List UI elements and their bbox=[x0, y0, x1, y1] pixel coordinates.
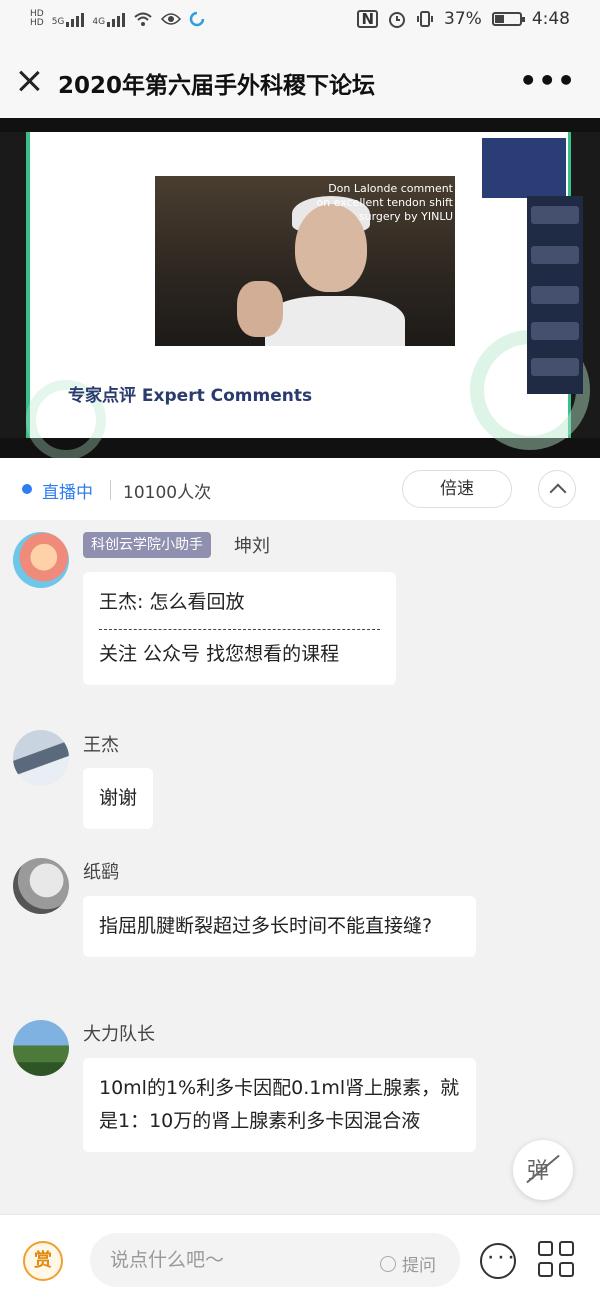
participant-thumbnail bbox=[531, 358, 579, 376]
speaker-hand bbox=[237, 281, 283, 337]
avatar[interactable] bbox=[13, 1020, 69, 1076]
participant-thumbnail bbox=[531, 286, 579, 304]
participant-thumbnail-main bbox=[482, 138, 566, 198]
title-bar: 2020年第六届手外科稷下论坛 ••• bbox=[0, 44, 600, 118]
chevron-up-icon[interactable] bbox=[538, 470, 576, 508]
slide-border-left bbox=[26, 132, 30, 438]
battery-icon bbox=[491, 12, 525, 26]
grid-menu-icon[interactable] bbox=[538, 1241, 576, 1279]
live-indicator-dot bbox=[22, 484, 32, 494]
message-text: 王杰: 怎么看回放 bbox=[99, 591, 245, 613]
message-sender: 大力队长 bbox=[83, 1024, 155, 1045]
speaker-video: Don Lalonde comment on excellent tendon … bbox=[155, 176, 455, 346]
wifi-icon bbox=[134, 12, 152, 26]
danmu-toggle-button[interactable]: 弹 bbox=[513, 1140, 573, 1200]
5g-signal-icon: 5G bbox=[52, 11, 85, 27]
status-bar: HD HD 5G 4G N 37% 4:48 bbox=[0, 0, 600, 44]
message-sender: 坤刘 bbox=[234, 536, 270, 557]
bottom-input-bar: 赏 提问 bbox=[0, 1214, 600, 1307]
live-separator bbox=[110, 480, 111, 500]
message-text: 关注 公众号 找您想看的课程 bbox=[99, 643, 340, 665]
slide-caption: 专家点评 Expert Comments bbox=[68, 386, 313, 406]
viewer-count: 10100人次 bbox=[123, 483, 212, 503]
alarm-icon bbox=[389, 12, 406, 28]
page-title: 2020年第六届手外科稷下论坛 bbox=[58, 73, 376, 99]
battery-percent: 37% bbox=[444, 9, 482, 29]
nfc-icon: N bbox=[357, 10, 379, 28]
ask-label: 提问 bbox=[402, 1256, 436, 1276]
message-sender: 王杰 bbox=[83, 735, 119, 756]
participant-thumbnail bbox=[531, 322, 579, 340]
playback-speed-button[interactable]: 倍速 bbox=[402, 470, 512, 508]
message-bubble: 谢谢 bbox=[83, 768, 154, 829]
live-info-bar: 直播中 10100人次 倍速 bbox=[0, 458, 600, 520]
message-divider bbox=[99, 629, 380, 630]
live-status: 直播中 bbox=[42, 483, 93, 503]
status-right: N 37% 4:48 bbox=[357, 9, 570, 29]
status-left-icons: HD HD 5G 4G bbox=[30, 10, 205, 28]
4g-signal-icon: 4G bbox=[92, 11, 126, 27]
loading-icon bbox=[189, 11, 205, 27]
eye-icon bbox=[161, 13, 182, 25]
avatar[interactable] bbox=[13, 858, 69, 914]
hd-icon: HD HD bbox=[30, 9, 44, 28]
more-menu-button[interactable]: ••• bbox=[519, 64, 576, 97]
avatar[interactable] bbox=[13, 532, 69, 588]
chat-bubble-icon[interactable] bbox=[480, 1243, 516, 1279]
close-icon[interactable] bbox=[14, 66, 44, 96]
clock: 4:48 bbox=[531, 9, 570, 29]
message-bubble: 10ml的1%利多卡因配0.1ml肾上腺素，就是1：10万的肾上腺素利多卡因混合… bbox=[83, 1058, 476, 1152]
vibrate-icon bbox=[417, 11, 434, 27]
participant-thumbnail bbox=[531, 246, 579, 264]
video-overlay-text: Don Lalonde comment on excellent tendon … bbox=[316, 182, 453, 223]
message-bubble: 指屈肌腱断裂超过多长时间不能直接缝? bbox=[83, 896, 476, 957]
participant-thumbnail bbox=[531, 206, 579, 224]
message-sender: 纸鹞 bbox=[83, 862, 119, 883]
reward-button[interactable]: 赏 bbox=[23, 1241, 63, 1281]
ask-question-toggle[interactable]: 提问 bbox=[380, 1251, 436, 1276]
speaker-shirt bbox=[265, 296, 405, 346]
message-bubble: 王杰: 怎么看回放 关注 公众号 找您想看的课程 bbox=[83, 572, 396, 685]
video-top-strip bbox=[0, 118, 600, 132]
assistant-badge: 科创云学院小助手 bbox=[83, 532, 211, 558]
radio-circle-icon bbox=[380, 1255, 396, 1272]
avatar[interactable] bbox=[13, 730, 69, 786]
